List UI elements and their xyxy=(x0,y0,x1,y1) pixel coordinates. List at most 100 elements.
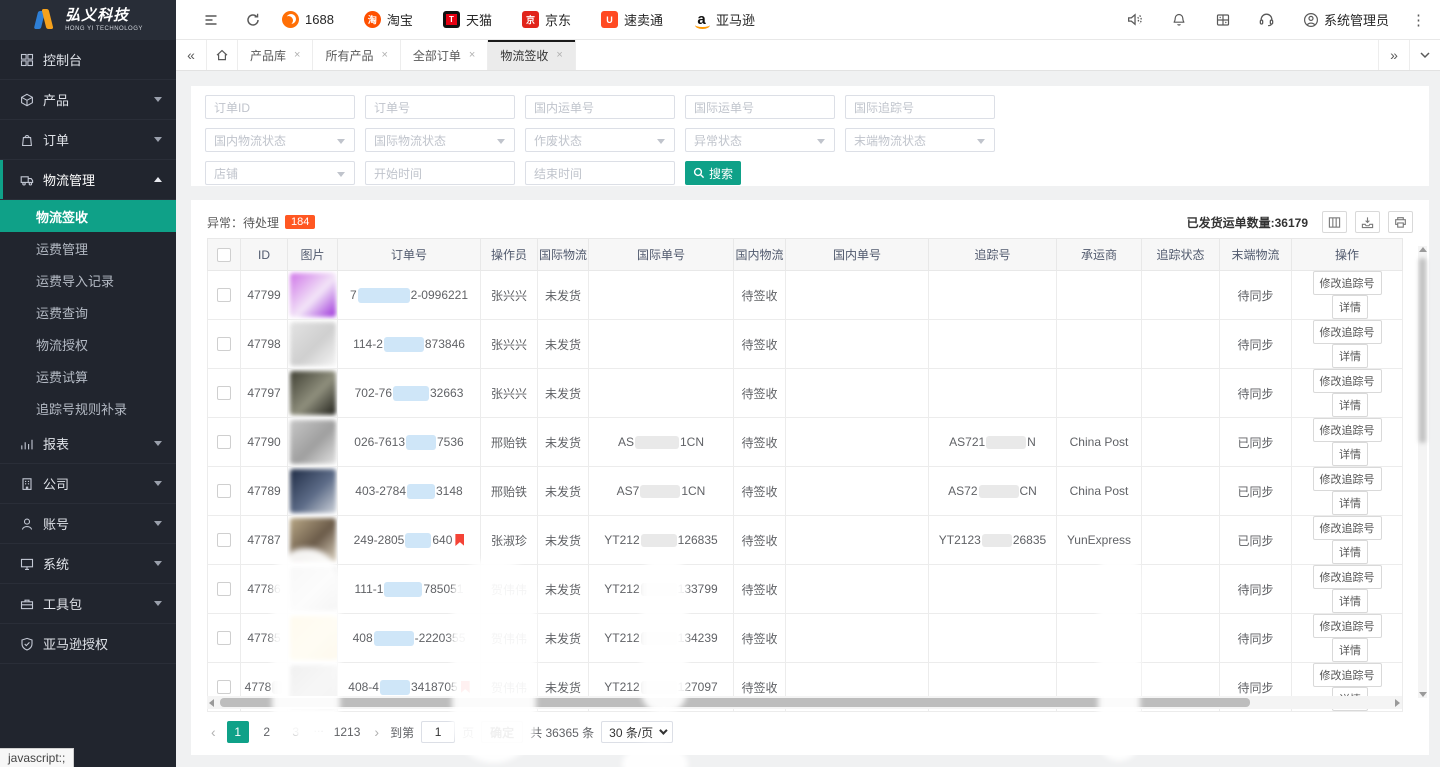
marketplace-2[interactable]: T天猫 xyxy=(443,10,492,29)
sidebar-item-1[interactable]: 产品 xyxy=(0,80,176,120)
order-number-link[interactable]: 408-2220355 xyxy=(353,631,466,645)
announcement-icon[interactable] xyxy=(1121,6,1149,34)
order-number-link[interactable]: 114-2873846 xyxy=(353,337,465,351)
row-checkbox[interactable] xyxy=(217,386,231,400)
vertical-scrollbar[interactable] xyxy=(1418,246,1427,698)
tabs-scroll-right-icon[interactable]: » xyxy=(1378,40,1409,70)
row-checkbox[interactable] xyxy=(217,680,231,694)
next-page-icon[interactable]: › xyxy=(370,724,383,740)
order-number-link[interactable]: 408-43418705 xyxy=(348,680,457,694)
filter-select-3[interactable]: 异常状态 xyxy=(685,128,835,152)
order-number-link[interactable]: 702-7632663 xyxy=(355,386,464,400)
edit-tracking-button[interactable]: 修改追踪号 xyxy=(1313,369,1382,393)
edit-tracking-button[interactable]: 修改追踪号 xyxy=(1313,614,1382,638)
user-menu[interactable]: 系统管理员 xyxy=(1303,10,1389,29)
filter-select-4[interactable]: 末端物流状态 xyxy=(845,128,995,152)
sidebar-item-9[interactable]: 亚马逊授权 xyxy=(0,624,176,664)
page-number-3[interactable]: 3 xyxy=(285,721,307,743)
marketplace-0[interactable]: 1688 xyxy=(282,11,334,28)
filter-input-2[interactable]: 国内运单号 xyxy=(525,95,675,119)
edit-tracking-button[interactable]: 修改追踪号 xyxy=(1313,418,1382,442)
filter-date-input-1[interactable]: 结束时间 xyxy=(525,161,675,185)
customer-service-icon[interactable] xyxy=(1253,6,1281,34)
filter-input-1[interactable]: 订单号 xyxy=(365,95,515,119)
marketplace-4[interactable]: U速卖通 xyxy=(601,10,663,29)
filter-input-3[interactable]: 国际运单号 xyxy=(685,95,835,119)
edit-tracking-button[interactable]: 修改追踪号 xyxy=(1313,467,1382,491)
sidebar-item-4[interactable]: 报表 xyxy=(0,424,176,464)
horizontal-scrollbar[interactable] xyxy=(207,696,1402,709)
filter-select-shop[interactable]: 店铺 xyxy=(205,161,355,185)
sidebar-subitem-3[interactable]: 运费查询 xyxy=(0,296,176,328)
filter-input-0[interactable]: 订单ID xyxy=(205,95,355,119)
page-number-2[interactable]: 2 xyxy=(256,721,278,743)
tab-3[interactable]: 物流签收× xyxy=(488,40,575,70)
edit-tracking-button[interactable]: 修改追踪号 xyxy=(1313,663,1382,687)
tab-0[interactable]: 产品库× xyxy=(238,40,313,70)
sidebar-subitem-2[interactable]: 运费导入记录 xyxy=(0,264,176,296)
collapse-sidebar-icon[interactable] xyxy=(198,7,224,33)
detail-button[interactable]: 详情 xyxy=(1332,589,1368,613)
tabs-menu-icon[interactable] xyxy=(1409,40,1440,70)
page-size-select[interactable]: 30 条/页 xyxy=(601,721,673,743)
row-checkbox[interactable] xyxy=(217,582,231,596)
jump-confirm-button[interactable]: 确定 xyxy=(481,721,523,743)
page-number-1213[interactable]: 1213 xyxy=(331,721,364,743)
marketplace-5[interactable]: a亚马逊 xyxy=(693,10,755,29)
filter-select-1[interactable]: 国际物流状态 xyxy=(365,128,515,152)
detail-button[interactable]: 详情 xyxy=(1332,540,1368,564)
column-settings-button[interactable] xyxy=(1322,211,1347,233)
filter-input-4[interactable]: 国际追踪号 xyxy=(845,95,995,119)
notifications-bell-icon[interactable] xyxy=(1165,6,1193,34)
row-checkbox[interactable] xyxy=(217,484,231,498)
more-menu-icon[interactable]: ⋮ xyxy=(1411,11,1426,29)
sidebar-subitem-0[interactable]: 物流签收 xyxy=(0,200,176,232)
detail-button[interactable]: 详情 xyxy=(1332,491,1368,515)
row-checkbox[interactable] xyxy=(217,631,231,645)
row-checkbox[interactable] xyxy=(217,288,231,302)
edit-tracking-button[interactable]: 修改追踪号 xyxy=(1313,565,1382,589)
page-number-1[interactable]: 1 xyxy=(227,721,249,743)
sidebar-subitem-6[interactable]: 追踪号规则补录 xyxy=(0,392,176,424)
order-number-link[interactable]: 111-1785051 xyxy=(355,582,464,596)
workbench-panel-icon[interactable] xyxy=(1209,6,1237,34)
tab-close-icon[interactable]: × xyxy=(381,49,387,61)
row-checkbox[interactable] xyxy=(217,533,231,547)
tab-1[interactable]: 所有产品× xyxy=(313,40,400,70)
filter-select-2[interactable]: 作废状态 xyxy=(525,128,675,152)
edit-tracking-button[interactable]: 修改追踪号 xyxy=(1313,516,1382,540)
sidebar-item-3[interactable]: 物流管理 xyxy=(0,160,176,200)
detail-button[interactable]: 详情 xyxy=(1332,344,1368,368)
sidebar-item-7[interactable]: 系统 xyxy=(0,544,176,584)
row-checkbox[interactable] xyxy=(217,435,231,449)
jump-page-input[interactable] xyxy=(421,721,455,743)
sidebar-subitem-1[interactable]: 运费管理 xyxy=(0,232,176,264)
order-number-link[interactable]: 403-27843148 xyxy=(355,484,462,498)
sidebar-item-5[interactable]: 公司 xyxy=(0,464,176,504)
prev-page-icon[interactable]: ‹ xyxy=(207,724,220,740)
refresh-icon[interactable] xyxy=(240,7,266,33)
marketplace-3[interactable]: 京京东 xyxy=(522,10,571,29)
sidebar-item-2[interactable]: 订单 xyxy=(0,120,176,160)
sidebar-subitem-5[interactable]: 运费试算 xyxy=(0,360,176,392)
sidebar-item-0[interactable]: 控制台 xyxy=(0,40,176,80)
sidebar-item-6[interactable]: 账号 xyxy=(0,504,176,544)
tab-close-icon[interactable]: × xyxy=(469,49,475,61)
tab-2[interactable]: 全部订单× xyxy=(401,40,488,70)
tab-close-icon[interactable]: × xyxy=(556,49,562,61)
detail-button[interactable]: 详情 xyxy=(1332,638,1368,662)
edit-tracking-button[interactable]: 修改追踪号 xyxy=(1313,271,1382,295)
row-checkbox[interactable] xyxy=(217,337,231,351)
print-button[interactable] xyxy=(1388,211,1413,233)
filter-date-input-0[interactable]: 开始时间 xyxy=(365,161,515,185)
sidebar-item-8[interactable]: 工具包 xyxy=(0,584,176,624)
edit-tracking-button[interactable]: 修改追踪号 xyxy=(1313,320,1382,344)
order-number-link[interactable]: 026-76137536 xyxy=(354,435,463,449)
export-button[interactable] xyxy=(1355,211,1380,233)
search-button[interactable]: 搜索 xyxy=(685,161,741,185)
tab-close-icon[interactable]: × xyxy=(294,49,300,61)
order-number-link[interactable]: 249-2805640 xyxy=(354,533,453,547)
detail-button[interactable]: 详情 xyxy=(1332,295,1368,319)
marketplace-1[interactable]: 淘淘宝 xyxy=(364,10,413,29)
select-all-checkbox[interactable] xyxy=(217,248,231,262)
